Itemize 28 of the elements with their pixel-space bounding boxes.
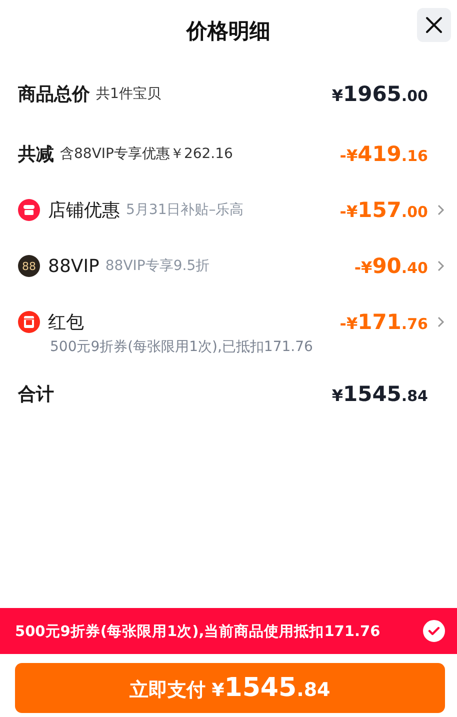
price-amount: -¥90.40	[354, 254, 428, 278]
vip-badge: 88	[18, 255, 40, 277]
shop-icon	[18, 199, 40, 221]
banner-text: 500元9折券(每张限用1次),当前商品使用抵扣171.76	[15, 622, 380, 640]
row-note: 含88VIP专享优惠￥262.16	[60, 145, 233, 163]
row-label: 合计	[18, 383, 54, 406]
close-icon	[425, 16, 443, 34]
row-note: 共1件宝贝	[96, 85, 161, 103]
row-detail: 500元9折券(每张限用1次),已抵扣171.76	[49, 338, 314, 357]
envelope-icon	[18, 311, 40, 333]
price-amount: -¥419.16	[340, 142, 428, 166]
chevron-icon[interactable]	[437, 260, 445, 272]
row-note: 5月31日补贴–乐高	[126, 201, 244, 219]
row-label: 红包	[48, 311, 84, 334]
chevron-icon[interactable]	[437, 316, 445, 328]
row-label: 商品总价	[18, 83, 90, 106]
row-label: 店铺优惠	[48, 199, 120, 222]
chevron-icon[interactable]	[437, 204, 445, 216]
close-button[interactable]	[417, 8, 451, 42]
price-amount: ¥1545.84	[332, 382, 428, 406]
price-amount: -¥157.00	[340, 198, 428, 222]
pay-button[interactable]: 立即支付 ¥1545.84	[15, 663, 445, 713]
row-label: 88VIP	[48, 256, 100, 276]
row-label: 共减	[18, 143, 54, 166]
price-amount: ¥1965.00	[332, 82, 428, 106]
price-amount: -¥171.76	[340, 310, 428, 334]
row-note: 88VIP专享9.5折	[105, 257, 210, 275]
sheet-title: 价格明细	[186, 18, 270, 45]
